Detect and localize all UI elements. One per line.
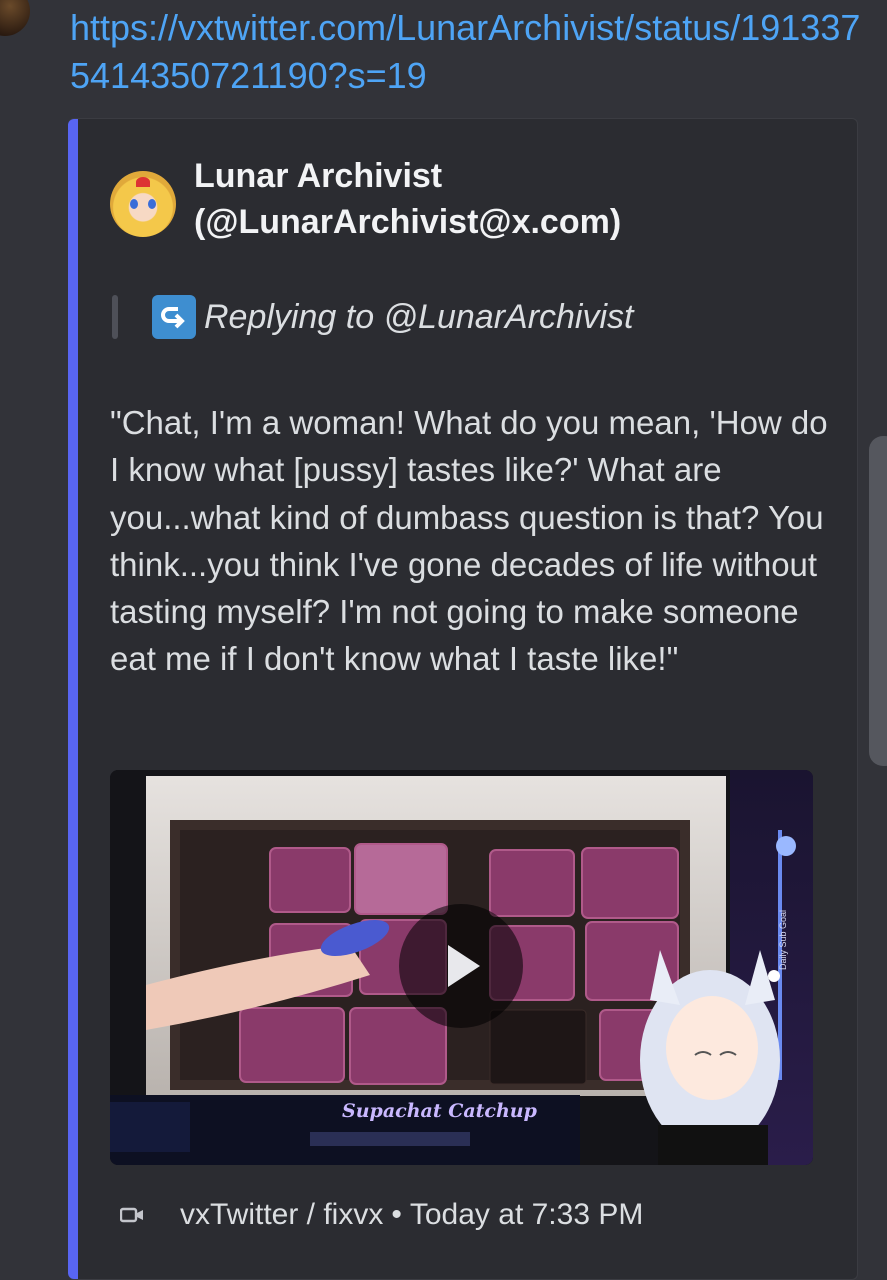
footer-separator: •	[391, 1198, 402, 1231]
author-name[interactable]: Lunar Archivist (@LunarArchivist@x.com)	[194, 153, 794, 245]
author-avatar[interactable]	[110, 171, 176, 237]
user-avatar-corner[interactable]	[0, 0, 30, 36]
reply-context: Replying to @LunarArchivist	[112, 295, 633, 339]
media-banner: Supachat Catchup	[342, 1100, 537, 1122]
author-display-name[interactable]: Lunar Archivist	[194, 153, 794, 199]
message-link[interactable]: https://vxtwitter.com/LunarArchivist/sta…	[70, 4, 870, 100]
reply-text[interactable]: Replying to @LunarArchivist	[204, 298, 633, 337]
author-handle[interactable]: (@LunarArchivist@x.com)	[194, 199, 794, 245]
tweet-text: "Chat, I'm a woman! What do you mean, 'H…	[110, 404, 828, 678]
reply-quote-bar	[112, 295, 118, 339]
play-icon[interactable]	[399, 904, 523, 1028]
embed-accent-bar	[68, 119, 78, 1279]
video-camera-icon	[120, 1207, 143, 1223]
reply-arrow-icon	[152, 295, 196, 339]
side-panel-edge[interactable]	[869, 436, 887, 766]
link-embed: Lunar Archivist (@LunarArchivist@x.com) …	[68, 118, 858, 1280]
embed-provider: vxTwitter / fixvx	[180, 1198, 384, 1231]
video-thumbnail[interactable]: Supachat Catchup Daily Sub Goal	[110, 770, 813, 1165]
embed-timestamp: Today at 7:33 PM	[409, 1198, 644, 1231]
embed-footer: vxTwitter / fixvx • Today at 7:33 PM	[120, 1193, 643, 1237]
media-side-label: Daily Sub Goal	[778, 909, 788, 971]
